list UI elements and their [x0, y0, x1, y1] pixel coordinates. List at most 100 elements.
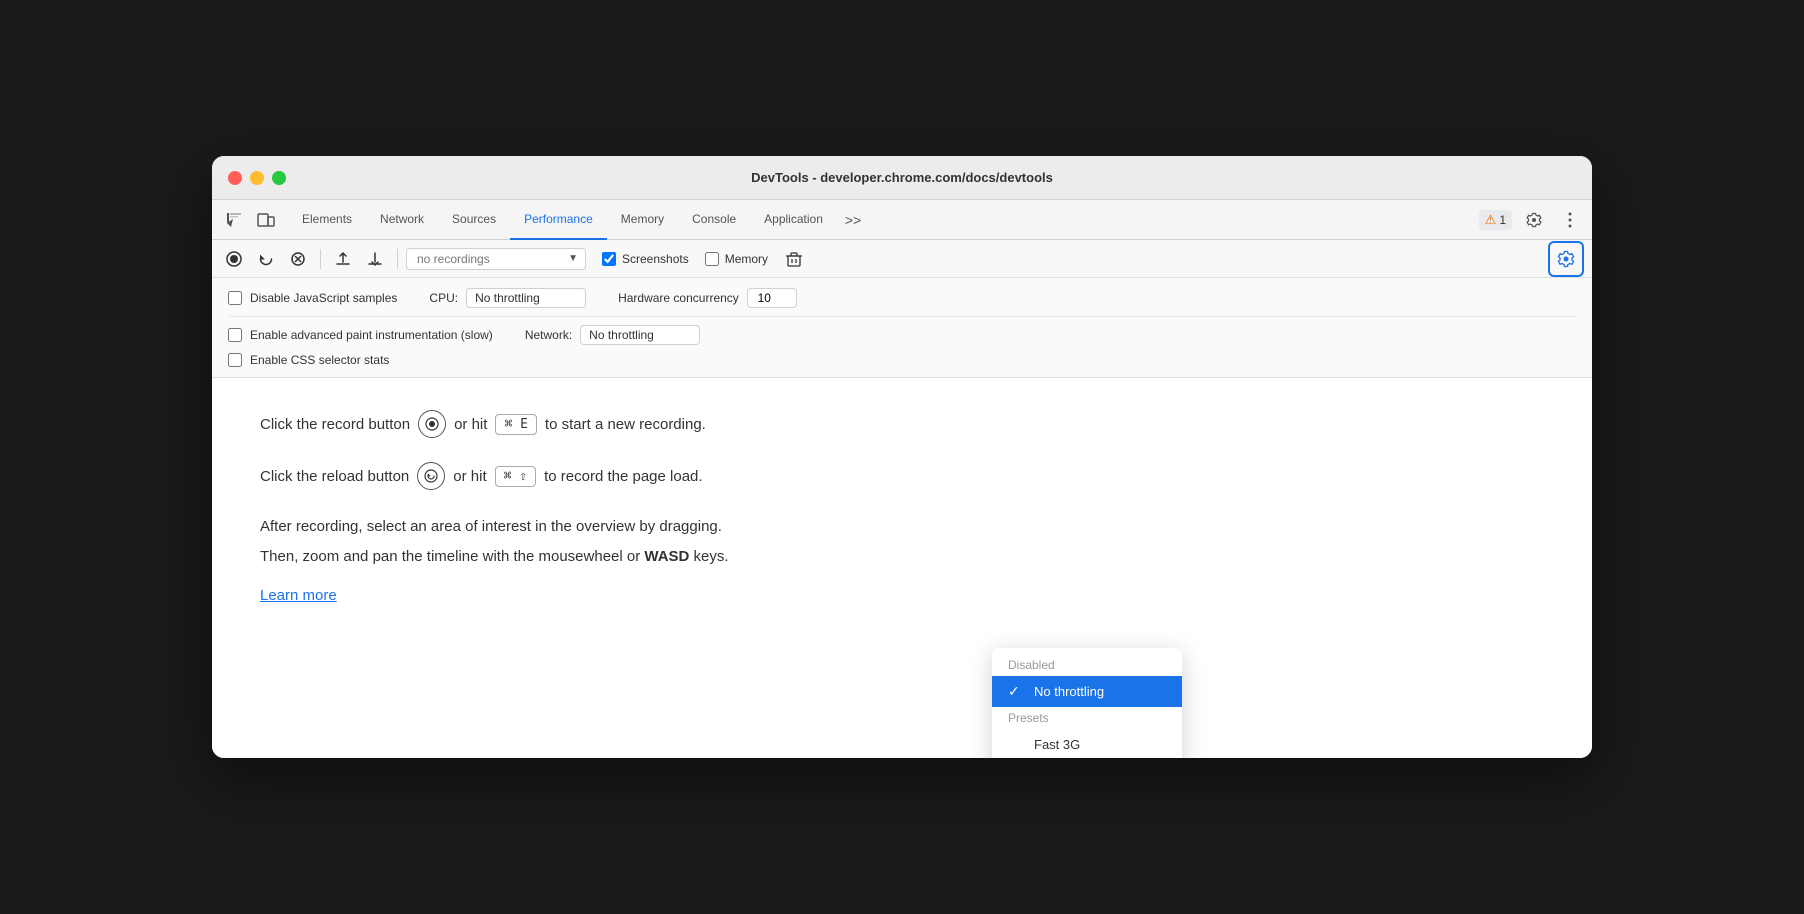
more-tabs-button[interactable]: >>	[837, 212, 869, 228]
devtools-window: DevTools - developer.chrome.com/docs/dev…	[212, 156, 1592, 758]
download-btn[interactable]	[361, 245, 389, 273]
network-setting: Network: No throttling	[525, 325, 700, 345]
reload-instruction-text-1: Click the reload button	[260, 468, 409, 485]
after-recording-text-1: After recording, select an area of inter…	[260, 514, 1544, 540]
cpu-select[interactable]: No throttling	[466, 288, 586, 308]
download-icon	[367, 251, 383, 267]
devtools-body: Elements Network Sources Performance Mem…	[212, 200, 1592, 758]
disable-js-samples-checkbox[interactable]	[228, 291, 242, 305]
warning-icon: ⚠	[1485, 212, 1497, 228]
settings-row-2: Enable advanced paint instrumentation (s…	[228, 325, 1576, 345]
cursor-icon	[225, 211, 243, 229]
record-circle-icon	[425, 417, 439, 431]
cursor-icon-btn[interactable]	[220, 206, 248, 234]
network-dropdown-wrapper: No throttling	[580, 325, 700, 345]
dropdown-no-throttling-label: No throttling	[1034, 684, 1104, 699]
window-controls	[228, 171, 286, 185]
toolbar-divider-2	[397, 249, 398, 269]
dropdown-disabled-label: Disabled	[992, 654, 1182, 676]
dropdown-fast-3g[interactable]: ✓ Fast 3G	[992, 729, 1182, 758]
after-recording-text-2: Then, zoom and pan the timeline with the…	[260, 544, 1544, 570]
dropdown-presets-label: Presets	[992, 707, 1182, 729]
settings-row-1: Disable JavaScript samples CPU: No throt…	[228, 288, 1576, 308]
screenshots-checkbox-label[interactable]: Screenshots	[602, 252, 689, 266]
record-instruction: Click the record button or hit ⌘ E to st…	[260, 410, 1544, 438]
tab-bar: Elements Network Sources Performance Mem…	[212, 200, 1592, 240]
css-selector-checkbox[interactable]	[228, 353, 242, 367]
tab-elements[interactable]: Elements	[288, 200, 366, 240]
cpu-setting: CPU: No throttling	[429, 288, 586, 308]
gear-icon	[1526, 212, 1542, 228]
settings-icon	[1557, 250, 1575, 268]
upload-btn[interactable]	[329, 245, 357, 273]
dropdown-no-throttling[interactable]: ✓ No throttling	[992, 676, 1182, 707]
window-title: DevTools - developer.chrome.com/docs/dev…	[751, 170, 1053, 185]
more-options-btn[interactable]	[1556, 206, 1584, 234]
disable-js-samples-text: Disable JavaScript samples	[250, 291, 397, 305]
clear-icon	[290, 251, 306, 267]
device-icon-btn[interactable]	[252, 206, 280, 234]
tab-right-actions: ⚠ 1	[1479, 206, 1584, 234]
tab-console[interactable]: Console	[678, 200, 750, 240]
reload-icon	[258, 251, 274, 267]
record-icon-badge	[418, 410, 446, 438]
hardware-concurrency-input[interactable]: 10	[747, 288, 797, 308]
advanced-paint-text: Enable advanced paint instrumentation (s…	[250, 328, 493, 342]
reload-icon-badge	[417, 462, 445, 490]
hardware-concurrency-label: Hardware concurrency	[618, 291, 739, 305]
learn-more-link[interactable]: Learn more	[260, 587, 337, 604]
settings-row-3: Enable CSS selector stats	[228, 353, 1576, 367]
reload-instruction-suffix: to record the page load.	[544, 468, 702, 485]
performance-toolbar: no recordings ▼ Screenshots Memory	[212, 240, 1592, 278]
reload-btn[interactable]	[252, 245, 280, 273]
tab-application[interactable]: Application	[750, 200, 837, 240]
memory-checkbox[interactable]	[705, 252, 719, 266]
screenshots-label: Screenshots	[622, 252, 689, 266]
notification-badge[interactable]: ⚠ 1	[1479, 210, 1512, 230]
maximize-button[interactable]	[272, 171, 286, 185]
after-recording-text-2-start: Then, zoom and pan the timeline with the…	[260, 548, 644, 565]
network-select[interactable]: No throttling	[580, 325, 700, 345]
dropdown-fast-3g-label: Fast 3G	[1034, 737, 1080, 752]
close-button[interactable]	[228, 171, 242, 185]
advanced-paint-checkbox[interactable]	[228, 328, 242, 342]
performance-settings-btn[interactable]	[1548, 241, 1584, 277]
toolbar-divider-1	[320, 249, 321, 269]
tab-memory[interactable]: Memory	[607, 200, 678, 240]
recording-select-wrapper: no recordings ▼	[406, 248, 586, 270]
clear-btn[interactable]	[284, 245, 312, 273]
settings-panel: Disable JavaScript samples CPU: No throt…	[212, 278, 1592, 378]
reload-key-badge: ⌘ ⇧	[495, 466, 536, 487]
toolbar-right	[1548, 241, 1584, 277]
recording-select[interactable]: no recordings	[406, 248, 586, 270]
minimize-button[interactable]	[250, 171, 264, 185]
css-selector-label[interactable]: Enable CSS selector stats	[228, 353, 389, 367]
record-instruction-or: or hit	[454, 416, 487, 433]
tabs-list: Elements Network Sources Performance Mem…	[288, 200, 1479, 240]
record-btn[interactable]	[220, 245, 248, 273]
check-icon: ✓	[1008, 683, 1026, 700]
disable-js-samples-label[interactable]: Disable JavaScript samples	[228, 291, 397, 305]
wasd-text: WASD	[644, 548, 689, 565]
more-icon	[1568, 212, 1572, 228]
record-instruction-suffix: to start a new recording.	[545, 416, 706, 433]
device-icon	[257, 211, 275, 229]
reload-instruction: Click the reload button or hit ⌘ ⇧ to re…	[260, 462, 1544, 490]
title-bar: DevTools - developer.chrome.com/docs/dev…	[212, 156, 1592, 200]
notification-count: 1	[1499, 213, 1506, 227]
css-selector-text: Enable CSS selector stats	[250, 353, 389, 367]
tab-sources[interactable]: Sources	[438, 200, 510, 240]
screenshots-checkbox[interactable]	[602, 252, 616, 266]
settings-gear-btn[interactable]	[1520, 206, 1548, 234]
hardware-concurrency-setting: Hardware concurrency 10	[618, 288, 797, 308]
record-instruction-text-1: Click the record button	[260, 416, 410, 433]
tab-network[interactable]: Network	[366, 200, 438, 240]
record-icon	[226, 251, 242, 267]
memory-checkbox-label[interactable]: Memory	[705, 252, 768, 266]
cpu-dropdown-wrapper: No throttling	[466, 288, 586, 308]
reload-instruction-or: or hit	[453, 468, 486, 485]
tab-icon-group	[220, 206, 280, 234]
tab-performance[interactable]: Performance	[510, 200, 607, 240]
advanced-paint-label[interactable]: Enable advanced paint instrumentation (s…	[228, 328, 493, 342]
garbage-collect-btn[interactable]	[780, 245, 808, 273]
